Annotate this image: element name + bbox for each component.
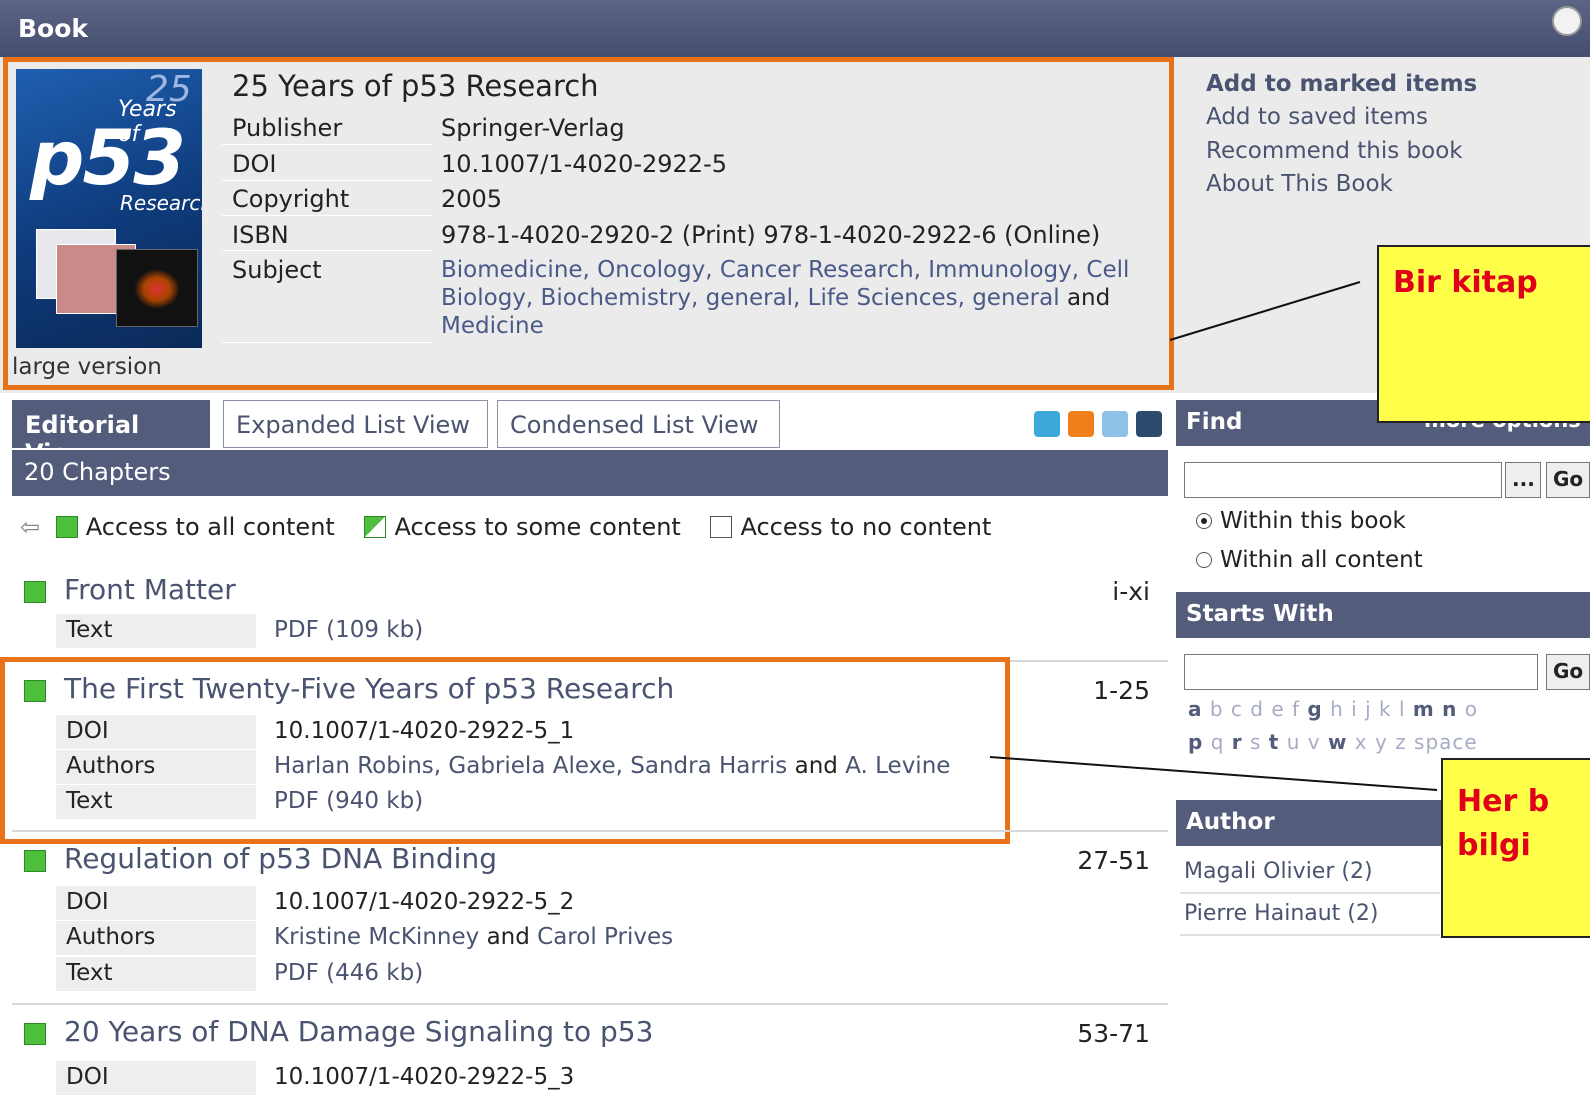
callout-line-book [1169, 281, 1361, 341]
springerlink-book-page: Book 25 Years of p53 Research large vers… [0, 0, 1590, 1103]
callout-connector-lines [989, 281, 1438, 791]
callout-line-chapter [989, 756, 1438, 791]
